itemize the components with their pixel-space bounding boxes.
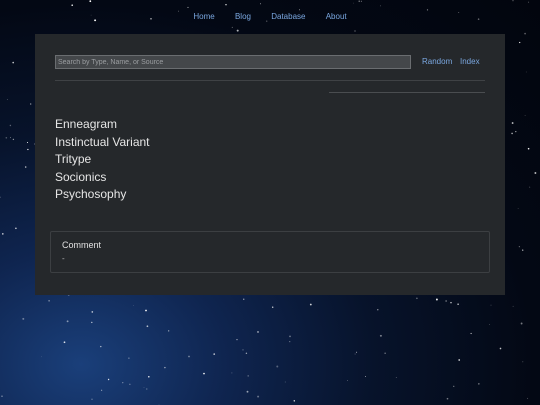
nav-database-link[interactable]: Database	[271, 12, 305, 21]
comment-title: Comment	[62, 240, 102, 250]
header-divider	[55, 80, 485, 81]
index-link[interactable]: Index	[460, 57, 480, 66]
category-list: Enneagram Instinctual Variant Tritype So…	[55, 116, 150, 204]
random-link[interactable]: Random	[422, 57, 452, 66]
comment-box: Comment -	[50, 231, 490, 273]
category-tritype: Tritype	[55, 152, 92, 166]
nav-blog-link[interactable]: Blog	[235, 12, 251, 21]
category-enneagram: Enneagram	[55, 117, 118, 131]
category-socionics: Socionics	[55, 169, 107, 184]
top-nav: Home Blog Database About	[0, 12, 540, 21]
nav-about-link[interactable]: About	[326, 12, 347, 21]
category-psychosophy: Psychosophy	[55, 187, 127, 201]
comment-value: -	[62, 254, 65, 263]
category-instinctual-variant: Instinctual Variant	[55, 134, 150, 149]
content-panel: Random Index Enneagram Instinctual Varia…	[35, 34, 505, 295]
search-input[interactable]	[55, 55, 411, 69]
section-divider	[329, 92, 485, 93]
nav-home-link[interactable]: Home	[193, 12, 214, 21]
